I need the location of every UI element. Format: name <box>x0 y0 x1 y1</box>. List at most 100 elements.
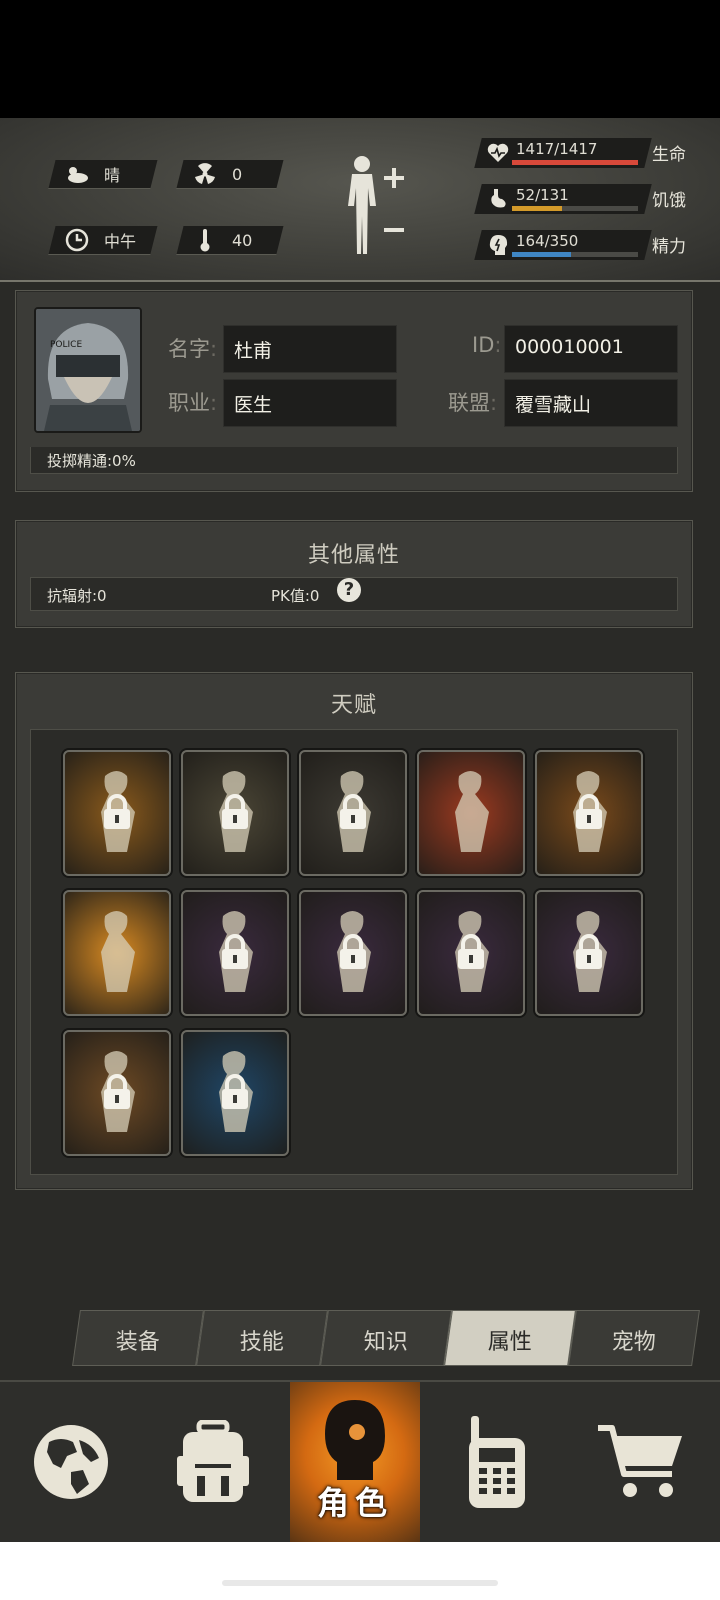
heart-icon <box>487 143 509 162</box>
home-indicator[interactable] <box>222 1580 498 1586</box>
talent-brute-icon[interactable] <box>299 750 407 876</box>
weather-chip: 晴 <box>48 160 158 188</box>
system-nav-area <box>0 1542 720 1600</box>
temperature-chip: 40 <box>176 226 284 254</box>
backpack-icon <box>177 1420 249 1502</box>
tab-0[interactable]: 装备 <box>72 1310 204 1366</box>
throw-mastery-text: 投掷精通:0% <box>47 452 136 470</box>
shopping-cart-icon <box>598 1425 682 1497</box>
other-attributes-panel: 其他属性 抗辐射:0 PK值:0 ? <box>15 520 693 628</box>
svg-text:POLICE: POLICE <box>50 340 82 350</box>
radiation-icon <box>192 161 218 187</box>
stomach-icon <box>491 189 506 208</box>
lock-icon <box>104 794 130 829</box>
lock-icon <box>576 794 602 829</box>
talent-crouch-icon[interactable] <box>181 1030 289 1156</box>
stat-row: 164/350 精力 <box>474 230 708 260</box>
talents-panel: 天赋 <box>15 672 693 1190</box>
stat-bar <box>512 252 638 257</box>
stat-label: 饥饿 <box>652 191 686 211</box>
hud-panel: 晴 0 中午 40 1417/1417 生命 52/131 饥饿 164/350… <box>0 118 720 282</box>
tab-4[interactable]: 宠物 <box>568 1310 700 1366</box>
name-field: 杜甫 <box>223 325 397 373</box>
other-attributes-row: 抗辐射:0 PK值:0 ? <box>30 577 678 611</box>
stat-value: 1417/1417 <box>516 140 598 158</box>
status-bar-area <box>0 0 720 118</box>
alliance-label: 联盟: <box>448 391 498 415</box>
other-attributes-title: 其他属性 <box>307 543 400 568</box>
talent-kick-icon[interactable] <box>63 1030 171 1156</box>
radiation-value: 0 <box>232 164 243 184</box>
stat-label: 精力 <box>652 237 686 257</box>
character-tabs: 装备 技能 知识 属性 宠物 <box>70 1310 700 1366</box>
talents-grid <box>30 729 678 1175</box>
lock-icon <box>458 934 484 969</box>
time-text: 中午 <box>104 232 137 251</box>
alliance-field[interactable]: 覆雪藏山 <box>504 379 678 427</box>
weather-text: 晴 <box>104 166 121 185</box>
talent-fist-icon[interactable] <box>417 750 525 876</box>
time-chip: 中午 <box>48 226 158 254</box>
lock-icon <box>222 1074 248 1109</box>
lock-icon <box>340 794 366 829</box>
name-label: 名字: <box>168 337 218 361</box>
talent-pistol-icon[interactable] <box>181 890 289 1016</box>
job-field: 医生 <box>223 379 397 427</box>
stat-value: 52/131 <box>516 186 569 204</box>
job-value: 医生 <box>234 394 273 416</box>
talent-porter-icon[interactable] <box>63 750 171 876</box>
lock-icon <box>222 934 248 969</box>
body-figure-icon <box>348 156 404 254</box>
tab-label: 宠物 <box>611 1330 656 1355</box>
stat-bar-fill <box>512 252 572 257</box>
stat-bar <box>512 160 638 165</box>
character-body-button[interactable] <box>340 154 414 258</box>
bottom-navigation: 角色 <box>0 1380 720 1544</box>
avatar[interactable]: POLICE <box>34 307 142 433</box>
walkie-talkie-icon <box>469 1416 525 1508</box>
nav-backpack-button[interactable] <box>148 1382 278 1542</box>
nav-character-button[interactable]: 角色 <box>290 1382 420 1542</box>
talent-archer-icon[interactable] <box>417 890 525 1016</box>
nav-character-label: 角色 <box>316 1484 393 1522</box>
radiation-chip: 0 <box>176 160 284 188</box>
clock-icon <box>64 227 90 253</box>
temperature-value: 40 <box>232 230 253 250</box>
stat-bar <box>512 206 638 211</box>
nav-world-button[interactable] <box>6 1382 136 1542</box>
stat-bar-fill <box>512 206 563 211</box>
tab-1[interactable]: 技能 <box>196 1310 328 1366</box>
radiation-resist-text: 抗辐射:0 <box>47 587 107 605</box>
stat-value: 164/350 <box>516 232 579 250</box>
tab-label: 装备 <box>115 1330 160 1355</box>
id-field: 000010001 <box>504 325 678 373</box>
globe-icon <box>34 1425 108 1499</box>
id-value: 000010001 <box>515 336 624 358</box>
stat-row: 1417/1417 生命 <box>474 138 708 168</box>
energy-head-icon <box>489 235 508 255</box>
stat-bar-fill <box>512 160 638 165</box>
name-value: 杜甫 <box>234 340 273 362</box>
lock-icon <box>340 934 366 969</box>
talent-rifle-icon[interactable] <box>299 890 407 1016</box>
stat-label: 生命 <box>652 145 686 165</box>
nav-radio-button[interactable] <box>432 1382 562 1542</box>
talent-muscle-icon[interactable] <box>535 750 643 876</box>
help-question-icon[interactable]: ? <box>337 578 361 602</box>
talent-shield-icon[interactable] <box>535 890 643 1016</box>
nav-shop-button[interactable] <box>576 1382 706 1542</box>
pk-value-text: PK值:0 <box>271 587 320 605</box>
tab-label: 知识 <box>363 1330 408 1355</box>
throw-mastery-row: 投掷精通:0% <box>30 447 678 474</box>
tab-2[interactable]: 知识 <box>320 1310 452 1366</box>
profile-panel: POLICE 名字: 杜甫 ID: 000010001 职业: 医生 联盟: 覆… <box>15 290 693 492</box>
alliance-value: 覆雪藏山 <box>515 394 592 416</box>
cloud-sun-icon <box>64 161 90 187</box>
lock-icon <box>222 794 248 829</box>
talent-boxer-icon[interactable] <box>63 890 171 1016</box>
talent-panda-icon[interactable] <box>181 750 289 876</box>
lock-icon <box>576 934 602 969</box>
job-label: 职业: <box>168 391 218 415</box>
lock-icon <box>104 1074 130 1109</box>
tab-3[interactable]: 属性 <box>444 1310 576 1366</box>
